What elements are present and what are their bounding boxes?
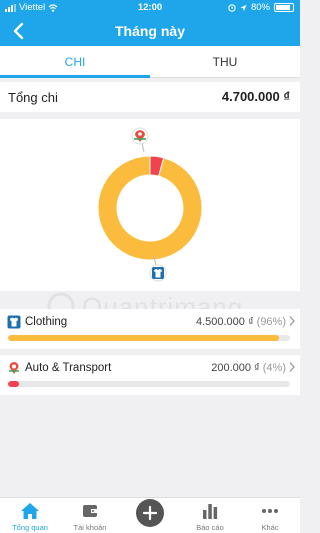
nav-bar: Tháng này — [0, 16, 300, 46]
total-row: Tổng chi 4.700.000 ₫ — [0, 82, 300, 112]
type-tabs: CHI THU — [0, 46, 300, 78]
category-row-clothing[interactable]: Clothing 4.500.000 ₫ (96%) — [0, 309, 300, 349]
chevron-right-icon — [289, 316, 295, 326]
category-amount: 4.500.000 ₫ (96%) — [196, 316, 286, 328]
bottom-tab-accounts[interactable]: Tài khoản — [60, 498, 120, 533]
progress-track — [8, 335, 290, 341]
transport-marker-icon — [131, 127, 149, 153]
battery-icon — [274, 3, 294, 12]
tab-chi[interactable]: CHI — [0, 46, 150, 78]
tab-indicator — [0, 75, 150, 78]
amount-value: 4.500.000 ₫ — [195, 316, 254, 328]
alarm-icon — [228, 3, 236, 12]
bottom-tab-label: Tổng quan — [12, 523, 48, 532]
battery-percent: 80% — [250, 2, 270, 13]
transport-icon — [7, 361, 21, 375]
chevron-right-icon — [289, 362, 295, 372]
category-name: Clothing — [25, 316, 68, 328]
tab-thu[interactable]: THU — [150, 46, 300, 78]
bottom-tab-more[interactable]: Khác — [240, 498, 300, 533]
progress-track — [8, 381, 290, 387]
chart-card — [0, 119, 300, 291]
status-bar: Viettel 12:00 80% — [0, 0, 300, 16]
category-row-transport[interactable]: Auto & Transport 200.000 ₫ (4%) — [0, 355, 300, 395]
category-amount: 200.000 ₫ (4%) — [211, 362, 286, 374]
total-label: Tổng chi — [8, 90, 58, 105]
percent-value: (4%) — [262, 362, 286, 374]
bottom-tab-overview[interactable]: Tổng quan — [0, 498, 60, 533]
add-transaction-button[interactable] — [136, 499, 164, 527]
page-title: Tháng này — [114, 23, 185, 39]
category-name: Auto & Transport — [25, 362, 112, 374]
progress-fill — [8, 335, 279, 341]
plus-icon — [142, 505, 158, 521]
wallet-icon — [83, 505, 97, 517]
home-icon — [21, 503, 39, 519]
bottom-tab-label: Tài khoản — [73, 523, 107, 532]
more-icon — [262, 509, 278, 513]
clothing-icon — [7, 315, 21, 329]
bottom-tab-label: Báo cáo — [196, 523, 224, 532]
total-value: 4.700.000 ₫ — [221, 89, 290, 104]
status-right: 80% — [228, 2, 294, 13]
progress-fill — [8, 381, 20, 387]
bottom-tab-label: Khác — [261, 523, 279, 532]
location-icon — [240, 4, 247, 11]
bottom-tab-reports[interactable]: Báo cáo — [180, 498, 240, 533]
donut-slice-clothing — [97, 155, 203, 261]
donut-chart — [97, 127, 203, 282]
amount-value: 200.000 ₫ — [211, 362, 260, 374]
bar-chart-icon — [203, 504, 218, 519]
percent-value: (96%) — [256, 316, 286, 328]
